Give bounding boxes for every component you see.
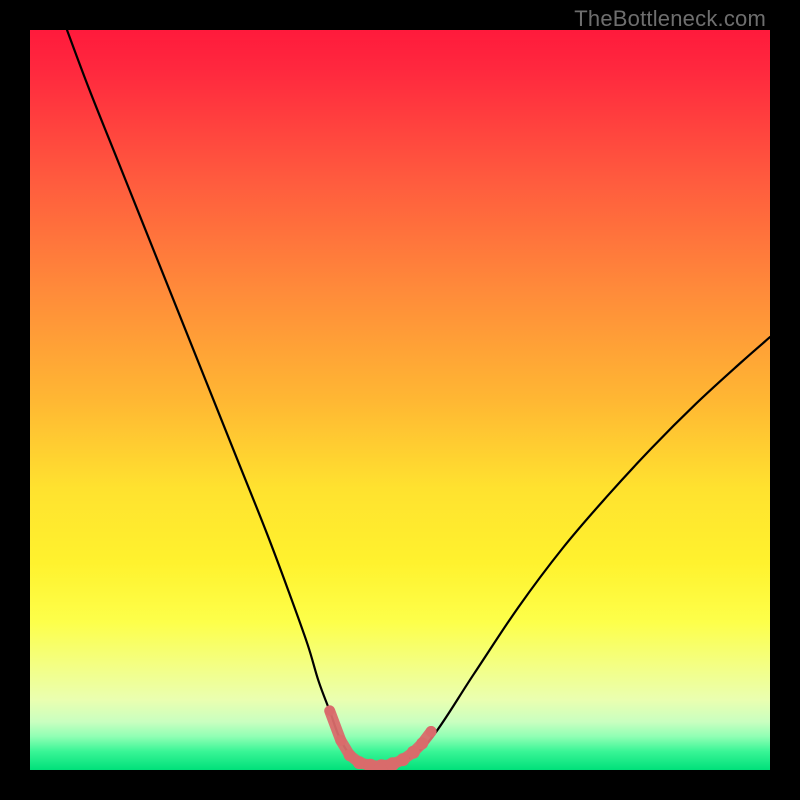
marker-dot bbox=[335, 735, 346, 746]
marker-dot bbox=[426, 726, 437, 737]
watermark-text: TheBottleneck.com bbox=[574, 6, 766, 32]
bottleneck-curve bbox=[67, 30, 770, 767]
chart-frame: TheBottleneck.com bbox=[0, 0, 800, 800]
marker-dot bbox=[407, 746, 420, 759]
curve-layer bbox=[30, 30, 770, 770]
marker-dot bbox=[325, 706, 335, 716]
optimal-range-markers bbox=[325, 706, 437, 770]
plot-area bbox=[30, 30, 770, 770]
marker-dot bbox=[416, 737, 428, 749]
